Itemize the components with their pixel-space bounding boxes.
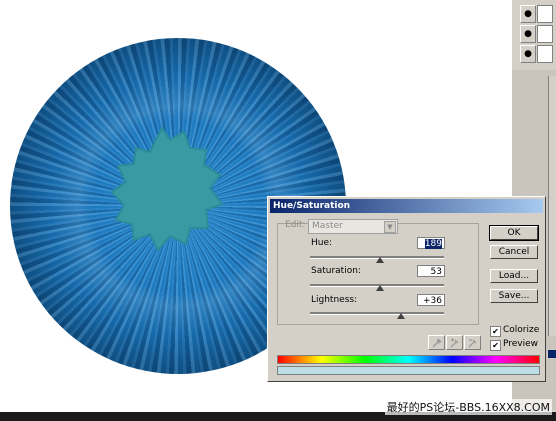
edit-label: Edit: — [285, 220, 306, 230]
dialog-title: Hue/Saturation — [273, 201, 351, 211]
hue-field[interactable]: 189 — [417, 237, 445, 249]
adjustment-group — [277, 223, 479, 325]
layer-link-box[interactable] — [537, 5, 553, 23]
result-color-bar — [277, 366, 540, 375]
load-button[interactable]: Load... — [490, 269, 538, 283]
layer-row[interactable]: ● — [520, 4, 556, 24]
lightness-slider-thumb[interactable] — [397, 313, 406, 319]
saturation-slider-thumb[interactable] — [375, 285, 384, 291]
layer-link-box[interactable] — [537, 25, 553, 43]
hue-slider-thumb[interactable] — [375, 257, 384, 263]
hue-label: Hue: — [311, 238, 333, 248]
layer-link-box[interactable] — [537, 45, 553, 63]
preview-label: Preview — [503, 339, 539, 349]
saturation-field[interactable]: 53 — [417, 265, 445, 277]
eye-icon[interactable]: ● — [520, 25, 536, 43]
chevron-down-icon: ▼ — [384, 221, 396, 233]
layer-row[interactable]: ● — [520, 24, 556, 44]
colorize-label: Colorize — [503, 325, 540, 335]
eye-icon[interactable]: ● — [520, 5, 536, 23]
edit-select-value: Master — [312, 221, 343, 231]
watermark-text: 最好的PS论坛-BBS.16XX8.COM — [384, 399, 552, 415]
lightness-value: +36 — [423, 296, 442, 306]
eyedropper-icon[interactable] — [428, 335, 445, 350]
layer-row[interactable]: ● — [520, 44, 556, 64]
lightness-slider-track[interactable] — [310, 312, 444, 315]
saturation-value: 53 — [430, 267, 442, 277]
ok-button[interactable]: OK — [489, 225, 539, 241]
eyedropper-plus-icon[interactable] — [446, 335, 463, 350]
edit-select[interactable]: Master ▼ — [308, 219, 398, 234]
eye-icon[interactable]: ● — [520, 45, 536, 63]
save-button[interactable]: Save... — [490, 289, 538, 303]
preview-checkbox[interactable]: ✔ — [490, 340, 501, 351]
eyedropper-minus-icon[interactable] — [464, 335, 481, 350]
lightness-field[interactable]: +36 — [417, 294, 445, 306]
lightness-label: Lightness: — [311, 295, 358, 305]
hue-saturation-dialog: Hue/Saturation Edit: Master ▼ Hue: 189 S… — [267, 196, 546, 382]
hue-spectrum-bar — [277, 355, 540, 364]
colorize-checkbox[interactable]: ✔ — [490, 326, 501, 337]
cancel-button[interactable]: Cancel — [490, 245, 538, 259]
saturation-label: Saturation: — [311, 266, 361, 276]
palette-scrollbar[interactable] — [548, 76, 556, 336]
dialog-title-bar[interactable]: Hue/Saturation — [270, 199, 543, 213]
selected-indicator — [548, 350, 556, 358]
hue-value: 189 — [424, 239, 442, 249]
